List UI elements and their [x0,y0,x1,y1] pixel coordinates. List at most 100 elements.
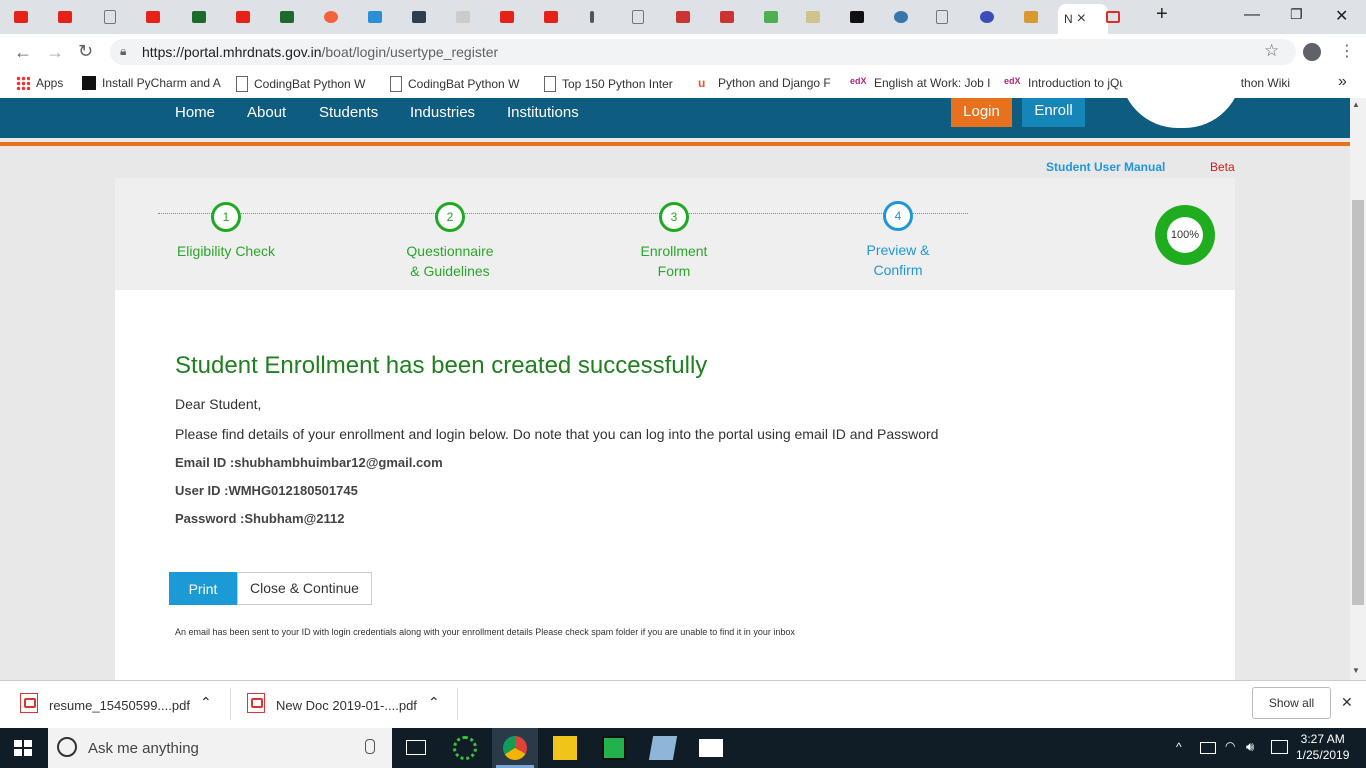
app-icon-green[interactable] [453,736,477,760]
tab-site-10[interactable] [1024,6,1054,28]
notes-icon[interactable] [648,736,678,760]
tab-youtube-3[interactable] [146,6,176,28]
tab-ext-1[interactable] [192,6,222,28]
tab-youtube-6[interactable] [544,6,574,28]
tab-gmail[interactable] [1106,6,1136,28]
url-text[interactable]: https://portal.mhrdnats.gov.in/boat/logi… [142,44,498,60]
menu-icon[interactable]: ⋮ [1339,41,1355,61]
show-all-button[interactable]: Show all [1252,687,1331,719]
extension-icon [192,11,206,23]
cortana-icon [57,737,77,757]
minimize-button[interactable]: — [1244,6,1260,24]
mail-icon[interactable] [699,739,723,757]
bookmark-codingbat-2[interactable]: CodingBat Python W [390,76,519,92]
tab-doc-2[interactable] [632,6,662,28]
close-tab-icon[interactable]: × [1077,10,1086,28]
task-view-icon[interactable] [406,740,426,755]
tab-site-4[interactable] [456,6,486,28]
tab-site-5[interactable] [590,6,620,28]
tab-site-9[interactable] [980,6,1010,28]
bookmark-english[interactable]: edX English at Work: Job I [850,76,991,90]
download-item-2[interactable]: New Doc 2019-01-....pdf [276,698,417,713]
tab-site-2[interactable] [368,6,398,28]
chevron-up-icon[interactable]: ^ [1176,740,1182,754]
step-2-label: Questionnaire & Guidelines [390,241,510,281]
chrome-icon[interactable] [503,736,527,760]
taskbar-search-placeholder[interactable]: Ask me anything [88,740,199,757]
battery-icon[interactable] [1200,742,1216,754]
tab-youtube-2[interactable] [58,6,88,28]
tab-site-7[interactable] [720,6,750,28]
step-2-circle: 2 [435,202,465,232]
step-3-label: Enrollment Form [614,241,734,281]
tab-python[interactable] [894,6,924,28]
wifi-icon[interactable]: ◠ [1225,739,1235,753]
file-explorer-icon[interactable] [553,736,577,760]
medium-icon [82,76,96,90]
bookmark-codingbat-1[interactable]: CodingBat Python W [236,76,365,92]
new-tab-button[interactable]: + [1156,3,1168,26]
extension-icon [280,11,294,23]
bookmark-pycharm[interactable]: Install PyCharm and A [82,76,221,90]
reload-icon[interactable]: ↻ [78,41,93,62]
step-3-line1: Enrollment [640,243,708,259]
close-continue-button[interactable]: Close & Continue [237,572,372,605]
bookmark-star-icon[interactable]: ☆ [1264,41,1279,61]
greeting-text: Dear Student, [175,396,262,412]
tab-active[interactable]: N × [1058,4,1108,34]
microphone-icon[interactable] [365,739,375,754]
chevron-up-icon[interactable]: ⌃ [200,694,212,711]
python-icon [894,11,908,23]
scroll-down-arrow[interactable]: ▼ [1352,666,1360,675]
user-manual-link[interactable]: Student User Manual [1046,160,1165,174]
windows-start-icon[interactable] [14,740,32,756]
tab-youtube-4[interactable] [236,6,266,28]
scrollbar-thumb[interactable] [1352,200,1364,605]
nav-institutions[interactable]: Institutions [507,104,579,121]
forward-icon[interactable]: → [46,42,64,63]
tab-site-8[interactable] [806,6,836,28]
chevron-up-icon[interactable]: ⌃ [428,694,440,711]
nav-divider [0,142,1350,146]
print-button[interactable]: Print [169,572,237,605]
tab-w3-1[interactable] [764,6,794,28]
bookmark-apps[interactable]: Apps [16,76,63,90]
download-item-1[interactable]: resume_15450599....pdf [49,698,190,713]
tab-sf[interactable] [850,6,880,28]
clock-time: 3:27 AM [1300,732,1345,746]
youtube-icon [544,11,558,23]
profile-avatar[interactable] [1303,43,1321,61]
tab-doc-1[interactable] [104,6,134,28]
close-shelf-icon[interactable]: ✕ [1341,694,1353,711]
nav-home[interactable]: Home [175,104,215,121]
taskbar-clock[interactable]: 3:27 AM 1/25/2019 [1296,731,1349,763]
tab-youtube-1[interactable] [14,6,44,28]
tab-site-3[interactable] [412,6,442,28]
notification-icon[interactable] [1271,740,1288,754]
nav-students[interactable]: Students [319,104,378,121]
bookmark-top150[interactable]: Top 150 Python Inter [544,76,673,92]
more-bookmarks-button[interactable]: » [1338,73,1347,91]
tab-site-6[interactable] [676,6,706,28]
nav-about[interactable]: About [247,104,286,121]
close-window-button[interactable]: ✕ [1335,6,1348,26]
back-icon[interactable]: ← [14,42,32,63]
lock-icon[interactable]: 🔒︎ [120,44,126,59]
tab-youtube-5[interactable] [500,6,530,28]
bookmark-jquery[interactable]: edX Introduction to jQuer [1004,76,1137,90]
pycharm-icon[interactable] [602,736,626,760]
bookmark-python-django[interactable]: u Python and Django F [698,76,831,90]
bookmark-label: English at Work: Job I [874,76,991,90]
restore-button[interactable]: ❐ [1290,6,1303,23]
nav-industries[interactable]: Industries [410,104,475,121]
volume-icon[interactable]: 🔊︎ [1246,739,1254,755]
page-icon [936,10,948,24]
intro-text: Please find details of your enrollment a… [175,426,939,442]
step-4-line2: Confirm [873,262,923,278]
scroll-up-arrow[interactable]: ▲ [1352,100,1360,109]
tab-ext-2[interactable] [280,6,310,28]
login-button[interactable]: Login [951,98,1012,127]
tab-site-1[interactable] [324,6,354,28]
tab-doc-3[interactable] [936,6,966,28]
enroll-button[interactable]: Enroll [1022,98,1085,127]
